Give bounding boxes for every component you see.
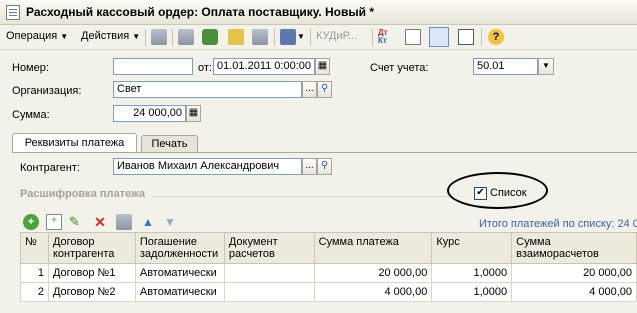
copy-row-icon[interactable]: + xyxy=(46,214,62,230)
column-header[interactable]: Курс xyxy=(431,232,513,264)
move-up-icon[interactable]: ▲ xyxy=(140,214,156,230)
window-title: Расходный кассовый ордер: Оплата поставщ… xyxy=(26,5,374,19)
table-row[interactable]: 2 Договор №2 Автоматически 4 000,00 1,00… xyxy=(20,282,637,302)
table-cell[interactable] xyxy=(223,263,315,283)
post-icon[interactable] xyxy=(151,29,167,45)
table-cell[interactable]: 20 000,00 xyxy=(511,263,637,283)
separator xyxy=(145,29,146,46)
add-icon[interactable]: + xyxy=(23,214,39,230)
separator xyxy=(481,29,482,46)
delete-icon[interactable]: ✕ xyxy=(92,214,108,230)
report-icon[interactable] xyxy=(405,29,421,45)
column-header[interactable]: Сумма платежа xyxy=(313,232,433,264)
column-header[interactable]: Погашение задолженности xyxy=(134,232,225,264)
document-icon xyxy=(6,5,20,20)
column-header[interactable]: Документ расчетов xyxy=(223,232,315,264)
list-checkbox-label: Список xyxy=(490,187,527,199)
refresh-icon[interactable] xyxy=(202,29,218,45)
open-button[interactable]: ⚲ xyxy=(317,81,332,98)
contractor-field[interactable]: Иванов Михаил Александрович xyxy=(113,158,302,175)
column-header[interactable]: Сумма взаиморасчетов xyxy=(511,232,637,264)
table-cell[interactable]: Автоматически xyxy=(134,263,225,283)
list-icon[interactable] xyxy=(458,29,474,45)
chevron-down-icon: ▼ xyxy=(132,32,141,41)
toolbar: Операция ▼ Действия ▼ ▼ КУДиР... Дт Кт ? xyxy=(0,25,637,50)
table-row[interactable]: 1 Договор №1 Автоматически 20 000,00 1,0… xyxy=(20,263,637,283)
account-dropdown-button[interactable]: ▼ xyxy=(538,58,554,75)
chevron-down-icon: ▼ xyxy=(542,61,550,70)
table-cell[interactable]: 1,0000 xyxy=(431,263,513,283)
date-label: от: xyxy=(198,62,212,74)
separator xyxy=(372,29,373,46)
print-icon[interactable] xyxy=(252,29,268,45)
sum-label: Сумма: xyxy=(12,109,50,121)
search-icon: ⚲ xyxy=(320,160,329,171)
operation-menu[interactable]: Операция ▼ xyxy=(6,30,68,42)
organization-label: Организация: xyxy=(12,85,82,97)
search-icon: ⚲ xyxy=(320,83,329,94)
table-cell: 1 xyxy=(20,263,49,283)
sum-field[interactable]: 24 000,00 xyxy=(113,105,186,122)
account-field[interactable]: 50.01 xyxy=(473,58,538,75)
go-icon[interactable] xyxy=(280,29,296,45)
number-field[interactable] xyxy=(113,58,193,75)
kudir-button[interactable]: КУДиР... xyxy=(316,30,357,42)
tab-print[interactable]: Печать xyxy=(141,135,198,152)
chevron-down-icon: ▼ xyxy=(60,32,69,41)
table-cell[interactable] xyxy=(223,282,315,302)
calendar-icon: ▦ xyxy=(317,60,328,71)
write-icon[interactable] xyxy=(178,29,194,45)
copy-icon[interactable] xyxy=(228,29,244,45)
edit-icon[interactable]: ✎ xyxy=(69,214,85,230)
payments-table: № Договор контрагента Погашение задолжен… xyxy=(20,232,637,302)
separator xyxy=(172,29,173,46)
date-field[interactable]: 01.01.2011 0:00:00 xyxy=(213,58,315,75)
section-divider xyxy=(152,196,452,197)
table-cell[interactable]: 4 000,00 xyxy=(511,282,637,302)
select-button[interactable]: ... xyxy=(302,81,317,98)
select-button[interactable]: ... xyxy=(302,158,317,175)
tab-payment-details[interactable]: Реквизиты платежа xyxy=(12,133,137,152)
save-row-icon[interactable] xyxy=(116,214,132,230)
separator xyxy=(274,29,275,46)
move-down-icon[interactable]: ▼ xyxy=(162,214,178,230)
account-label: Счет учета: xyxy=(370,62,429,74)
number-label: Номер: xyxy=(12,62,49,74)
contractor-label: Контрагент: xyxy=(20,162,80,174)
table-cell[interactable]: 20 000,00 xyxy=(313,263,433,283)
title-bar: Расходный кассовый ордер: Оплата поставщ… xyxy=(0,0,637,25)
table-cell[interactable]: Договор №2 xyxy=(47,282,136,302)
table-cell[interactable]: Договор №1 xyxy=(47,263,136,283)
ellipsis-icon: ... xyxy=(305,83,314,94)
operation-menu-label: Операция xyxy=(6,30,58,42)
ellipsis-icon: ... xyxy=(305,160,314,171)
actions-menu-label: Действия xyxy=(81,30,130,42)
separator xyxy=(310,29,311,46)
column-header[interactable]: Договор контрагента xyxy=(47,232,136,264)
help-icon[interactable]: ? xyxy=(488,29,504,45)
table-header-row: № Договор контрагента Погашение задолжен… xyxy=(20,232,637,264)
chevron-down-icon[interactable]: ▼ xyxy=(297,32,305,41)
open-button[interactable]: ⚲ xyxy=(317,158,332,175)
calculator-button[interactable]: ▦ xyxy=(186,105,201,122)
table-cell[interactable]: 4 000,00 xyxy=(313,282,433,302)
organization-field[interactable]: Свет xyxy=(113,81,302,98)
tab-underline xyxy=(12,152,637,153)
table-cell: 2 xyxy=(20,282,49,302)
list-checkbox[interactable]: ✔ xyxy=(474,187,487,200)
table-cell[interactable]: Автоматически xyxy=(134,282,225,302)
column-header[interactable]: № xyxy=(20,232,49,264)
actions-menu[interactable]: Действия ▼ xyxy=(81,30,140,42)
calculator-icon: ▦ xyxy=(188,107,199,118)
dt-kt-icon[interactable]: Дт Кт xyxy=(378,29,394,45)
total-text: Итого платежей по списку: 24 0 xyxy=(479,218,637,230)
table-cell[interactable]: 1,0000 xyxy=(431,282,513,302)
section-title: Расшифровка платежа xyxy=(20,188,146,200)
structure-icon[interactable] xyxy=(429,27,449,47)
calendar-button[interactable]: ▦ xyxy=(315,58,330,75)
